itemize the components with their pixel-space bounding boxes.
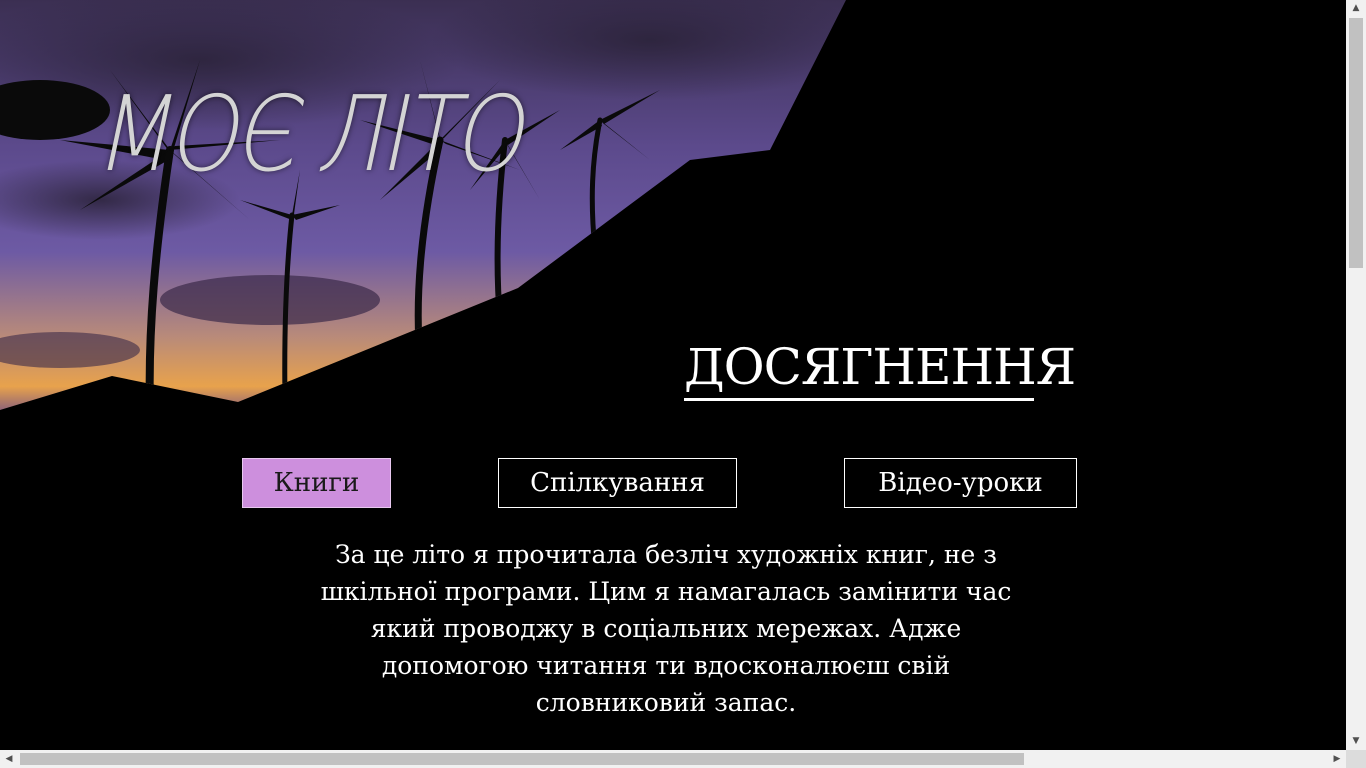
tab-video-lessons[interactable]: Відео-уроки bbox=[844, 458, 1077, 508]
vertical-scroll-thumb[interactable] bbox=[1349, 18, 1363, 268]
triangle-up-icon[interactable]: ▲ bbox=[1346, 0, 1366, 17]
triangle-left-icon[interactable]: ◀ bbox=[0, 750, 18, 768]
horizontal-scrollbar[interactable]: ◀ ▶ bbox=[0, 750, 1346, 768]
tab-content-text: За це літо я прочитала безліч художніх к… bbox=[320, 540, 1012, 717]
site-title: МОЄ ЛІТО bbox=[88, 73, 539, 195]
triangle-down-icon[interactable]: ▼ bbox=[1346, 733, 1366, 750]
achievements-heading: ДОСЯГНЕННЯ bbox=[684, 336, 1076, 401]
hero-banner: МОЄ ЛІТО bbox=[0, 0, 1346, 420]
horizontal-scroll-thumb[interactable] bbox=[20, 753, 1024, 765]
tab-communication[interactable]: Спілкування bbox=[498, 458, 737, 508]
triangle-right-icon[interactable]: ▶ bbox=[1328, 750, 1346, 768]
scrollbar-corner bbox=[1346, 750, 1366, 768]
tab-books[interactable]: Книги bbox=[242, 458, 391, 508]
vertical-scrollbar[interactable]: ▲ ▼ bbox=[1346, 0, 1366, 750]
palm-sunset-image bbox=[0, 0, 846, 410]
